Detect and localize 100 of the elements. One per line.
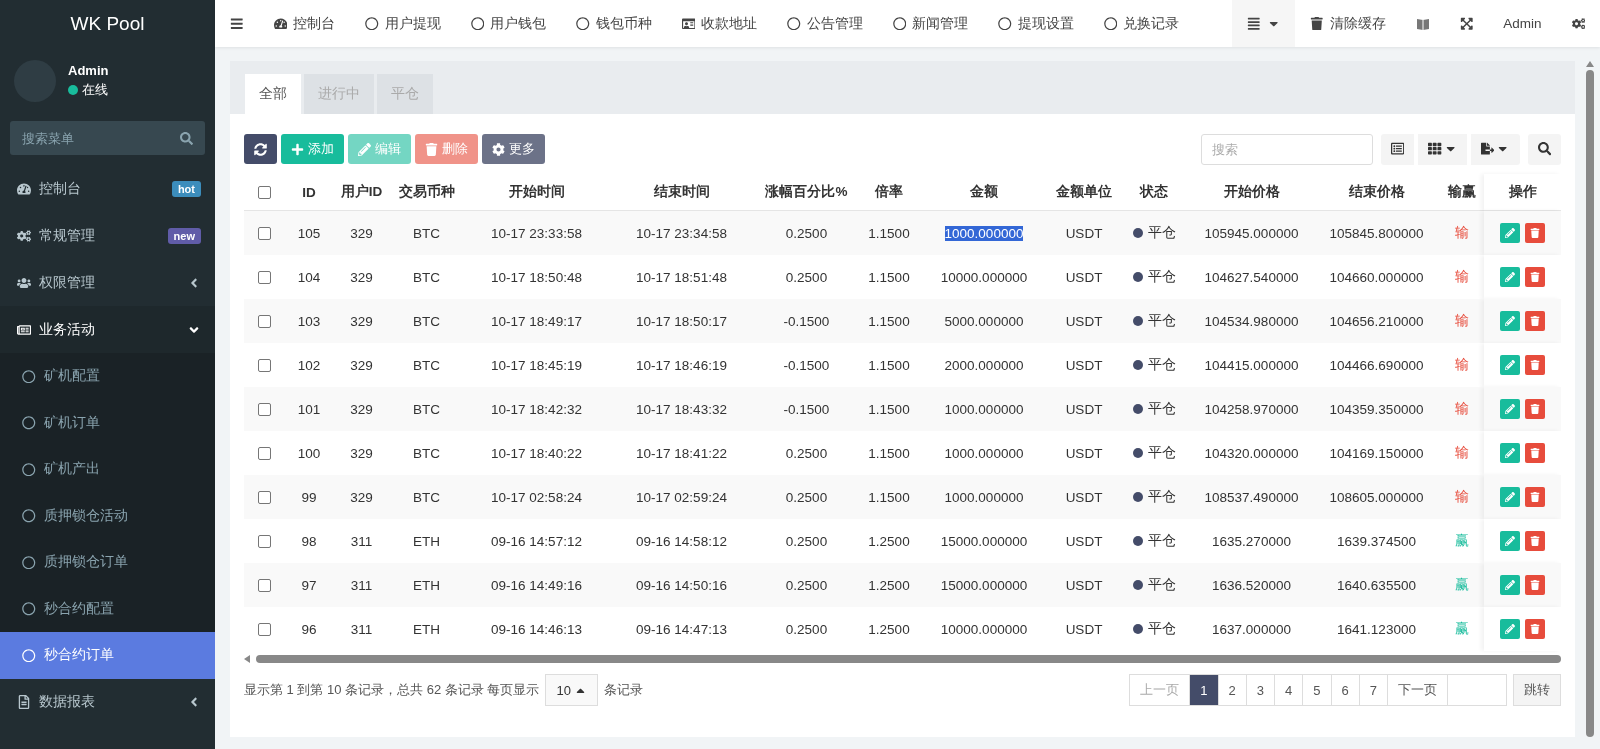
edit-button[interactable] xyxy=(1500,311,1520,331)
nav-link[interactable]: 兑换记录 xyxy=(1088,0,1194,47)
gears-icon xyxy=(17,228,31,243)
sidebar-subitem[interactable]: 矿机产出 xyxy=(0,446,215,493)
sidebar-item[interactable]: 数据报表 xyxy=(0,678,215,726)
sidebar-item[interactable]: 常规管理 new xyxy=(0,212,215,259)
table-cell: 329 xyxy=(334,299,389,343)
table-cell: 1.1500 xyxy=(859,475,919,519)
toggle-view-button[interactable] xyxy=(1381,133,1415,165)
horizontal-scrollbar[interactable] xyxy=(244,653,1561,665)
page-button[interactable]: 4 xyxy=(1274,674,1304,706)
edit-button[interactable] xyxy=(1500,267,1520,287)
nav-link[interactable]: 公告管理 xyxy=(772,0,878,47)
edit-button[interactable] xyxy=(1500,223,1520,243)
table-cell: ETH xyxy=(389,563,464,607)
edit-button[interactable] xyxy=(1500,575,1520,595)
user-menu[interactable]: Admin xyxy=(1488,0,1557,47)
delete-button[interactable] xyxy=(1525,575,1545,595)
edit-button[interactable] xyxy=(1500,487,1520,507)
sidebar-item[interactable]: 控制台 hot xyxy=(0,165,215,212)
sidebar-subitem[interactable]: 质押锁仓订单 xyxy=(0,539,215,586)
export-button[interactable] xyxy=(1471,133,1520,165)
delete-button[interactable] xyxy=(1525,399,1545,419)
status-dot xyxy=(1132,448,1143,458)
trash-icon xyxy=(1530,580,1540,590)
nav-link[interactable]: 用户提现 xyxy=(350,0,456,47)
nav-link[interactable]: 新闻管理 xyxy=(877,0,983,47)
page-number-field[interactable] xyxy=(1447,674,1507,706)
page-button[interactable]: 3 xyxy=(1245,674,1276,706)
scroll-up-icon[interactable] xyxy=(1586,61,1594,67)
page-button[interactable]: 7 xyxy=(1358,674,1388,706)
delete-button[interactable] xyxy=(1525,531,1545,551)
row-checkbox[interactable] xyxy=(257,270,271,284)
view-menu-button[interactable] xyxy=(1232,0,1296,47)
page-button[interactable]: 6 xyxy=(1330,674,1360,706)
pencil-icon xyxy=(1505,624,1515,634)
sidebar-subitem[interactable]: 矿机订单 xyxy=(0,399,215,446)
pencil-icon xyxy=(1505,448,1515,458)
vertical-scrollbar[interactable] xyxy=(1585,61,1595,737)
edit-button[interactable] xyxy=(1500,399,1520,419)
row-checkbox[interactable] xyxy=(257,358,271,372)
nav-link[interactable]: 用户钱包 xyxy=(455,0,561,47)
row-checkbox[interactable] xyxy=(257,490,271,504)
columns-button[interactable] xyxy=(1418,133,1467,165)
page-button[interactable]: 2 xyxy=(1217,674,1247,706)
trash-icon xyxy=(425,142,438,156)
delete-button[interactable] xyxy=(1525,223,1545,243)
sidebar-subitem[interactable]: 质押锁仓活动 xyxy=(0,492,215,539)
table-cell: 108537.490000 xyxy=(1189,475,1314,519)
delete-button[interactable] xyxy=(1525,311,1545,331)
delete-button[interactable] xyxy=(1525,355,1545,375)
edit-button[interactable] xyxy=(1500,531,1520,551)
page-size-dropdown[interactable]: 10 xyxy=(545,674,598,706)
scroll-left-icon[interactable] xyxy=(244,655,250,663)
table-cell: 1.1500 xyxy=(859,211,919,255)
select-all-checkbox[interactable] xyxy=(257,185,271,199)
delete-button[interactable] xyxy=(1525,619,1545,639)
trash-icon xyxy=(1530,228,1540,238)
more-button[interactable]: 更多 xyxy=(482,134,545,164)
delete-button[interactable] xyxy=(1525,267,1545,287)
edit-button[interactable] xyxy=(1500,619,1520,639)
table-cell: 10-17 23:34:58 xyxy=(609,211,754,255)
menu-search-field[interactable]: 搜索菜单 xyxy=(10,121,205,155)
table-cell: 15000.000000 xyxy=(940,577,1028,593)
nav-link[interactable]: 控制台 xyxy=(258,0,350,47)
status-text: 平仓 xyxy=(1147,224,1176,242)
delete-button[interactable] xyxy=(1525,443,1545,463)
edit-button[interactable] xyxy=(1500,355,1520,375)
sidebar-subitem[interactable]: 秒合约配置 xyxy=(0,585,215,632)
tab[interactable]: 全部 xyxy=(245,74,301,114)
row-checkbox[interactable] xyxy=(257,226,271,240)
clear-cache-button[interactable]: 清除缓存 xyxy=(1295,0,1401,47)
row-checkbox[interactable] xyxy=(257,534,271,548)
export-icon xyxy=(1481,142,1495,156)
sidebar-item[interactable]: 权限管理 xyxy=(0,259,215,306)
row-checkbox[interactable] xyxy=(257,402,271,416)
search-field[interactable]: 搜索 xyxy=(1201,133,1374,165)
row-checkbox[interactable] xyxy=(257,578,271,592)
menu-icon xyxy=(230,16,244,31)
jump-button[interactable]: 跳转 xyxy=(1513,674,1561,706)
nav-link[interactable]: 提现设置 xyxy=(983,0,1089,47)
online-status: 在线 xyxy=(68,81,109,99)
page-button[interactable]: 1 xyxy=(1189,674,1219,706)
sidebar-subitem[interactable]: 矿机配置 xyxy=(0,353,215,400)
sidebar-subitem[interactable]: 秒合约订单 xyxy=(0,632,215,679)
row-checkbox[interactable] xyxy=(257,314,271,328)
row-checkbox[interactable] xyxy=(257,622,271,636)
row-checkbox[interactable] xyxy=(257,446,271,460)
refresh-button[interactable] xyxy=(244,134,277,164)
page-button[interactable]: 5 xyxy=(1302,674,1332,706)
newspaper-icon xyxy=(17,322,31,337)
delete-button[interactable] xyxy=(1525,487,1545,507)
table-cell: 0.2500 xyxy=(754,211,859,255)
edit-button[interactable] xyxy=(1500,443,1520,463)
table-cell: 10-17 18:43:32 xyxy=(609,387,754,431)
nav-link[interactable]: 钱包币种 xyxy=(561,0,667,47)
nav-link[interactable]: 收款地址 xyxy=(666,0,772,47)
next-page-button[interactable]: 下一页 xyxy=(1387,674,1448,706)
sidebar-item[interactable]: 业务活动 xyxy=(0,306,215,353)
search-button[interactable] xyxy=(1527,133,1561,165)
